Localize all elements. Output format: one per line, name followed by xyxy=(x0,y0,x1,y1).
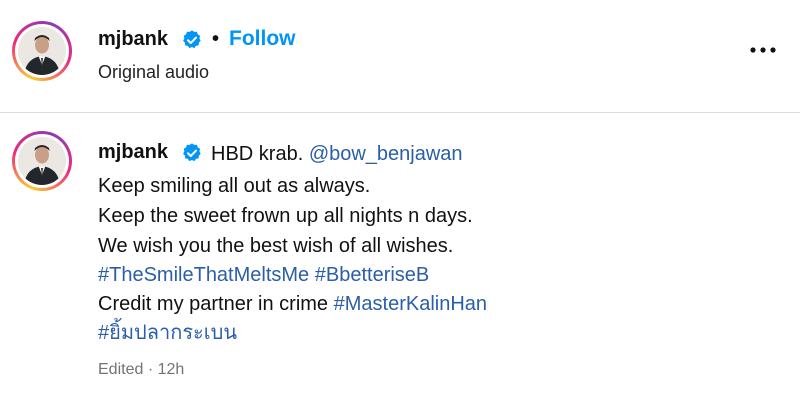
person-photo-icon xyxy=(18,137,66,185)
avatar-photo xyxy=(18,137,66,185)
comment-line-5: #TheSmileThatMeltsMe #BbetteriseB xyxy=(98,260,429,290)
edited-label: Edited xyxy=(98,361,144,378)
more-options-button[interactable] xyxy=(748,40,778,60)
avatar[interactable] xyxy=(12,21,72,81)
timestamp[interactable]: 12h xyxy=(158,361,185,378)
comment-line-7: #ยิ้มปลากระเบน xyxy=(98,318,237,348)
mention-link[interactable]: @bow_benjawan xyxy=(309,143,463,165)
comment-text: Credit my partner in crime xyxy=(98,293,329,315)
original-audio-link[interactable]: Original audio xyxy=(98,62,209,83)
more-horizontal-icon xyxy=(750,47,776,53)
meta-separator: · xyxy=(147,361,154,378)
avatar-photo xyxy=(18,27,66,75)
comment-line-1: HBD krab. @bow_benjawan xyxy=(211,139,463,169)
divider xyxy=(0,112,800,113)
comment-text: HBD krab. xyxy=(211,143,304,165)
post-comment-panel: mjbank • Follow Original audio mjbank HB… xyxy=(0,0,800,403)
comment-line-3: Keep the sweet frown up all nights n day… xyxy=(98,205,473,227)
hashtag-link[interactable]: #BbetteriseB xyxy=(315,264,430,286)
comment-line-6: Credit my partner in crime #MasterKalinH… xyxy=(98,289,487,319)
comment-line-4: We wish you the best wish of all wishes. xyxy=(98,235,454,257)
hashtag-link[interactable]: #TheSmileThatMeltsMe xyxy=(98,264,309,286)
separator-dot: • xyxy=(212,28,220,50)
comment-line-2: Keep smiling all out as always. xyxy=(98,175,371,197)
verified-badge-icon xyxy=(181,142,203,169)
post-username[interactable]: mjbank xyxy=(98,28,168,51)
comment-username[interactable]: mjbank xyxy=(98,141,168,164)
verified-badge-icon xyxy=(181,29,203,56)
post-header: mjbank • Follow Original audio xyxy=(0,0,800,112)
comment-meta: Edited · 12h xyxy=(98,361,184,379)
person-photo-icon xyxy=(18,27,66,75)
comment-avatar[interactable] xyxy=(12,131,72,191)
hashtag-link[interactable]: #MasterKalinHan xyxy=(334,293,487,315)
hashtag-link[interactable]: #ยิ้มปลากระเบน xyxy=(98,322,237,344)
follow-button[interactable]: Follow xyxy=(229,27,296,51)
